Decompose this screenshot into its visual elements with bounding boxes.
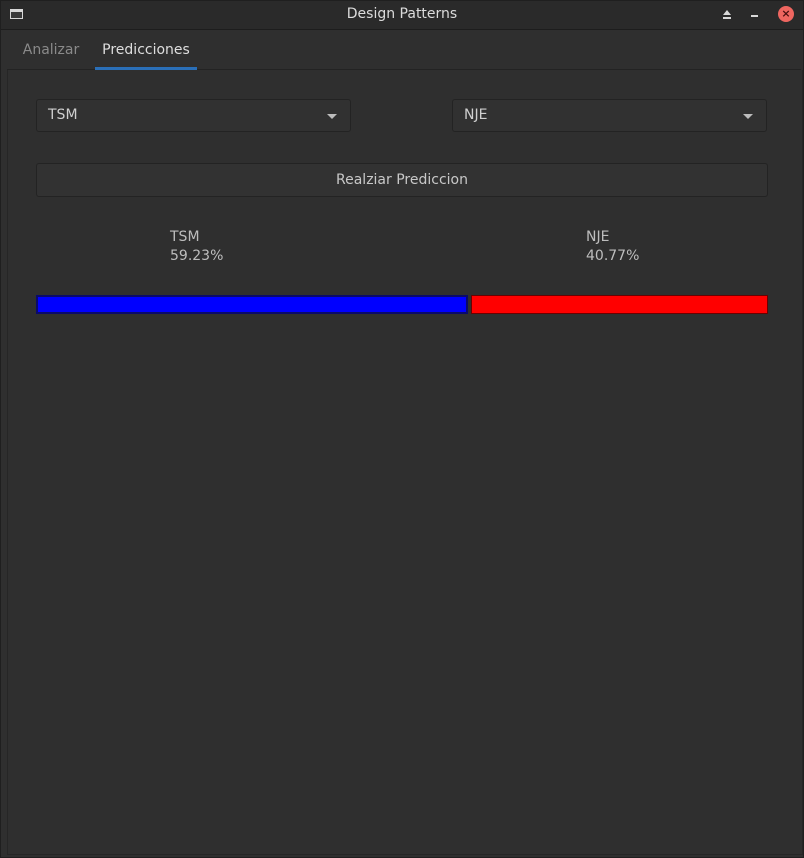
chevron-down-icon — [743, 114, 753, 119]
tab-analizar[interactable]: Analizar — [15, 31, 87, 69]
minimize-icon[interactable] — [745, 5, 765, 25]
team-b-name: NJE — [586, 229, 610, 245]
title-bar: Design Patterns × — [1, 1, 803, 30]
close-icon[interactable]: × — [777, 5, 797, 25]
team-a-percent: 59.23% — [170, 248, 224, 264]
team-a-select[interactable]: TSM — [36, 99, 351, 132]
tab-predicciones-label: Predicciones — [102, 42, 190, 58]
predict-button[interactable]: Realziar Prediccion — [36, 163, 768, 197]
eject-icon[interactable] — [717, 5, 737, 25]
tab-predicciones[interactable]: Predicciones — [95, 31, 197, 70]
window-title: Design Patterns — [346, 6, 458, 22]
chevron-down-icon — [327, 114, 337, 119]
team-a-name: TSM — [170, 229, 200, 245]
tab-bar: Analizar Predicciones — [7, 31, 801, 70]
team-b-probability-segment — [471, 295, 768, 314]
team-b-select[interactable]: NJE — [452, 99, 767, 132]
team-b-percent: 40.77% — [586, 248, 640, 264]
team-b-select-value: NJE — [464, 107, 488, 123]
probability-bar — [36, 295, 768, 314]
team-a-select-value: TSM — [48, 107, 78, 123]
team-a-probability-segment — [36, 295, 468, 314]
